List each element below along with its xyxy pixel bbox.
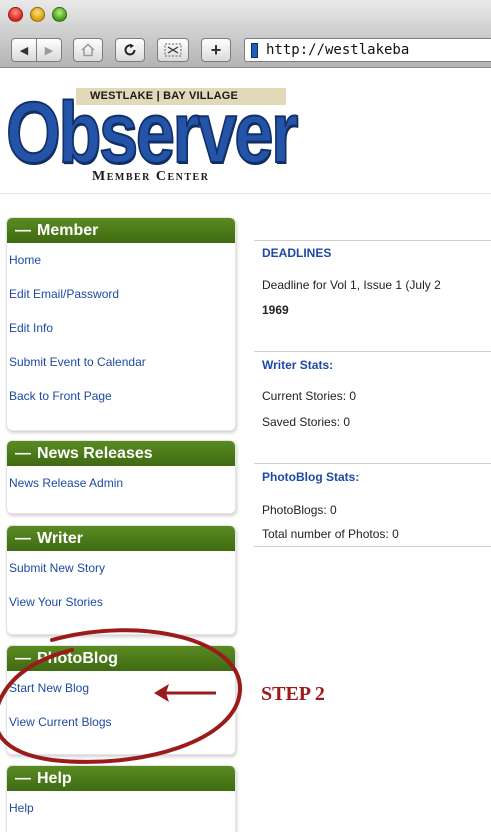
sidebar-link-home[interactable]: Home	[7, 243, 235, 277]
divider	[254, 546, 491, 547]
news-releases-panel: — News Releases News Release Admin	[6, 440, 236, 514]
sidebar-link-submit-new-story[interactable]: Submit New Story	[7, 551, 235, 585]
favicon-icon	[251, 42, 258, 58]
annotation-circle	[0, 628, 243, 764]
collapse-icon[interactable]: —	[15, 530, 31, 547]
sidebar-link-news-release-admin[interactable]: News Release Admin	[7, 466, 235, 500]
photos-count: Total number of Photos: 0	[262, 527, 399, 541]
sidebar-link-edit-info[interactable]: Edit Info	[7, 311, 235, 345]
deadlines-title: DEADLINES	[262, 246, 332, 260]
writer-panel-title: Writer	[37, 530, 83, 547]
sidebar-link-submit-event[interactable]: Submit Event to Calendar	[7, 345, 235, 379]
deadline-text: Deadline for Vol 1, Issue 1 (July 2	[262, 278, 441, 292]
url-text: http://westlakeba	[266, 42, 410, 58]
annotation-arrow-icon	[154, 684, 216, 702]
zoom-window-button[interactable]	[52, 7, 67, 22]
plus-icon: +	[210, 39, 222, 60]
home-icon	[81, 43, 95, 57]
snip-button[interactable]	[157, 38, 189, 62]
member-panel-title: Member	[37, 222, 99, 239]
home-button[interactable]	[73, 38, 103, 62]
news-releases-panel-title: News Releases	[37, 445, 153, 462]
sidebar-link-help[interactable]: Help	[7, 791, 235, 825]
divider	[254, 351, 491, 352]
close-window-button[interactable]	[8, 7, 23, 22]
photoblogs-count: PhotoBlogs: 0	[262, 503, 337, 517]
forward-arrow-icon: ▶	[44, 44, 54, 57]
minimize-window-button[interactable]	[30, 7, 45, 22]
reload-button[interactable]	[115, 38, 145, 62]
photoblog-stats-title: PhotoBlog Stats:	[262, 470, 360, 484]
divider	[254, 240, 491, 241]
scissors-icon	[164, 43, 182, 57]
back-arrow-icon: ◀	[19, 44, 29, 57]
reload-icon	[124, 43, 136, 56]
collapse-icon[interactable]: —	[15, 445, 31, 462]
help-panel: — Help Help	[6, 765, 236, 832]
forward-button[interactable]: ▶	[36, 38, 62, 62]
news-releases-panel-header: — News Releases	[7, 441, 235, 466]
deadline-year: 1969	[262, 303, 289, 317]
member-center-subtitle: Member Center	[92, 169, 210, 184]
step-label: STEP 2	[261, 683, 325, 705]
writer-stats-title: Writer Stats:	[262, 358, 334, 372]
main-content: DEADLINES Deadline for Vol 1, Issue 1 (J…	[254, 200, 491, 640]
member-panel-header: — Member	[7, 218, 235, 243]
address-bar[interactable]: http://westlakeba	[244, 38, 491, 62]
back-button[interactable]: ◀	[11, 38, 37, 62]
saved-stories-count: Saved Stories: 0	[262, 415, 351, 429]
collapse-icon[interactable]: —	[15, 222, 31, 239]
site-logo[interactable]: Observer	[5, 85, 299, 182]
divider	[254, 463, 491, 464]
window-titlebar	[0, 0, 491, 32]
sidebar-link-back-to-front-page[interactable]: Back to Front Page	[7, 379, 235, 413]
current-stories-count: Current Stories: 0	[262, 389, 357, 403]
member-panel: — Member Home Edit Email/Password Edit In…	[6, 217, 236, 431]
browser-toolbar: ◀ ▶ + http://westlakeba	[0, 32, 491, 68]
sidebar-link-edit-email-password[interactable]: Edit Email/Password	[7, 277, 235, 311]
add-bookmark-button[interactable]: +	[201, 38, 231, 62]
writer-panel: — Writer Submit New Story View Your Stori…	[6, 525, 236, 635]
sidebar-link-view-your-stories[interactable]: View Your Stories	[7, 585, 235, 619]
writer-panel-header: — Writer	[7, 526, 235, 551]
